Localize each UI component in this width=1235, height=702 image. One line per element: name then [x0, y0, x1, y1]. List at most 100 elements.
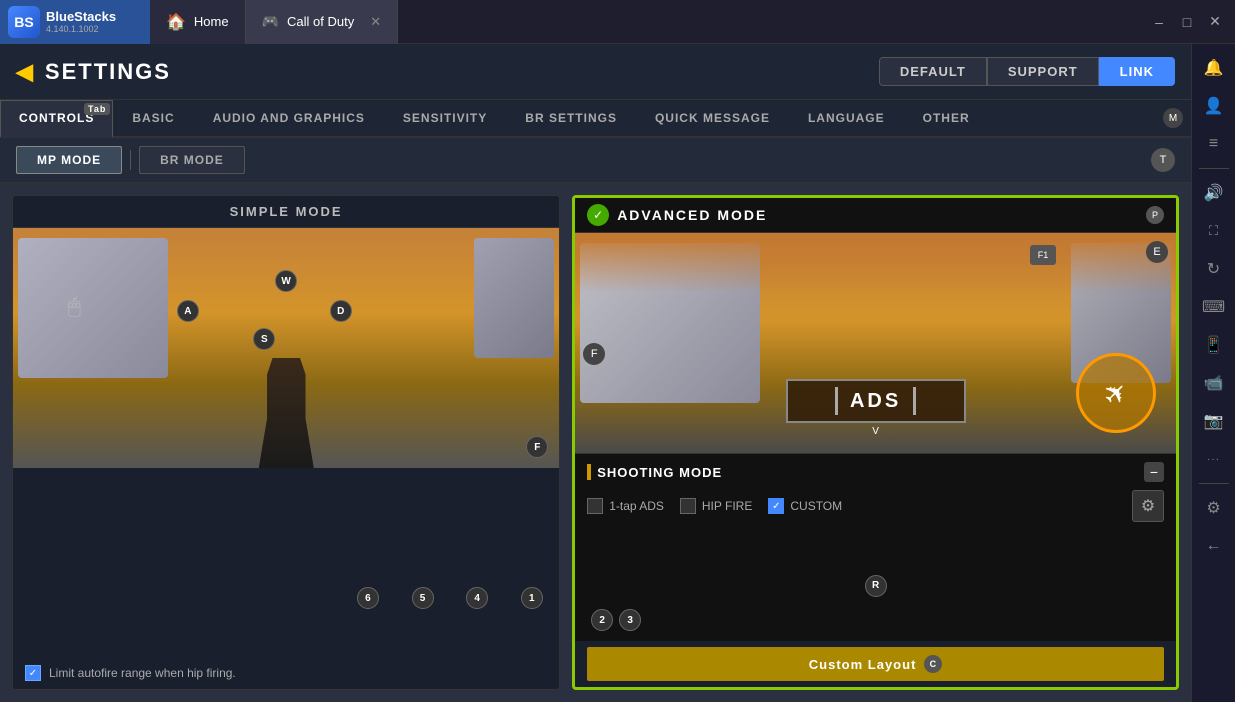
link-button[interactable]: LINK: [1099, 57, 1175, 86]
header-buttons: DEFAULT SUPPORT LINK: [879, 57, 1175, 86]
custom-checkbox[interactable]: ✓: [768, 498, 784, 514]
simple-mode-title: SIMPLE MODE: [13, 196, 559, 228]
br-mode-button[interactable]: BR MODE: [139, 146, 245, 174]
key-d[interactable]: D: [330, 300, 352, 322]
notification-icon[interactable]: 🔔: [1198, 52, 1230, 84]
app-name: BlueStacks: [46, 9, 116, 24]
mouse-icon: 🖱: [68, 293, 81, 319]
ads-line-left: [835, 387, 838, 415]
shooting-settings-button[interactable]: ⚙: [1132, 490, 1164, 522]
game-tab[interactable]: 🎮 Call of Duty ✕: [246, 0, 399, 44]
simple-building-right: [474, 238, 554, 358]
custom-layout-label: Custom Layout: [809, 657, 917, 672]
one-tap-ads-option[interactable]: 1-tap ADS: [587, 498, 664, 514]
tab-other[interactable]: OTHER: [904, 100, 989, 136]
app-logo: BS BlueStacks 4.140.1.1002: [0, 0, 150, 44]
settings-back: ◀ SETTINGS: [16, 59, 171, 85]
window-controls: – □ ✕: [1147, 10, 1235, 34]
rotate-icon[interactable]: ↻: [1198, 253, 1230, 285]
camera-icon[interactable]: 📷: [1198, 405, 1230, 437]
back-sidebar-icon[interactable]: ←: [1198, 530, 1230, 562]
support-button[interactable]: SUPPORT: [987, 57, 1099, 86]
default-button[interactable]: DEFAULT: [879, 57, 987, 86]
tab-sensitivity[interactable]: SENSITIVITY: [384, 100, 506, 136]
sidebar-divider-1: [1199, 168, 1229, 169]
fullscreen-icon[interactable]: ⛶: [1198, 215, 1230, 247]
hip-fire-label: HIP FIRE: [702, 499, 752, 513]
settings-sidebar-icon[interactable]: ⚙: [1198, 492, 1230, 524]
ads-text: ADS: [850, 390, 901, 413]
key-3[interactable]: 3: [619, 609, 641, 631]
key-w[interactable]: W: [275, 270, 297, 292]
app-version: 4.140.1.1002: [46, 24, 116, 34]
shooting-mode-header: SHOOTING MODE −: [587, 462, 1164, 482]
home-icon: 🏠: [166, 12, 186, 32]
adv-sky: [575, 233, 1176, 293]
sidebar-divider-2: [1199, 483, 1229, 484]
v-badge: V: [872, 426, 879, 437]
one-tap-ads-checkbox[interactable]: [587, 498, 603, 514]
keyboard-icon[interactable]: ⌨: [1198, 291, 1230, 323]
shooting-mode-title: SHOOTING MODE: [597, 465, 722, 480]
t-badge[interactable]: T: [1151, 148, 1175, 172]
custom-layout-button[interactable]: Custom Layout C: [587, 647, 1164, 681]
adv-bottom-keys: 2 3: [591, 609, 641, 631]
hip-fire-option[interactable]: HIP FIRE: [680, 498, 752, 514]
scope-circle: ✈: [1076, 353, 1156, 433]
one-tap-ads-label: 1-tap ADS: [609, 499, 664, 513]
game-tab-label: Call of Duty: [287, 14, 354, 29]
video-icon[interactable]: 📹: [1198, 367, 1230, 399]
minimize-button[interactable]: –: [1147, 10, 1171, 34]
simple-mode-panel: SIMPLE MODE 🖱 W A D S F 6 5: [12, 195, 560, 690]
maximize-button[interactable]: □: [1175, 10, 1199, 34]
ads-line-right: [913, 387, 916, 415]
content-area: SIMPLE MODE 🖱 W A D S F 6 5: [0, 183, 1191, 702]
simple-soldier: [259, 358, 314, 468]
tab-audio-graphics[interactable]: AUDIO AND GRAPHICS: [194, 100, 384, 136]
shooting-mode-section: SHOOTING MODE − 1-tap ADS HIP FIRE ✓ CUS…: [575, 453, 1176, 530]
tab-controls[interactable]: CONTROLS Tab: [0, 100, 113, 138]
key-a[interactable]: A: [177, 300, 199, 322]
c-badge: C: [924, 655, 942, 673]
key-5[interactable]: 5: [412, 587, 434, 609]
tab-quick-message[interactable]: QUICK MESSAGE: [636, 100, 789, 136]
tab-br-settings[interactable]: BR SETTINGS: [506, 100, 636, 136]
settings-title: SETTINGS: [45, 59, 171, 85]
home-tab[interactable]: 🏠 Home: [150, 0, 246, 44]
close-tab-icon[interactable]: ✕: [370, 14, 381, 30]
custom-option[interactable]: ✓ CUSTOM: [768, 498, 842, 514]
game-icon: 🎮: [262, 13, 279, 30]
r-key[interactable]: R: [865, 575, 887, 597]
key-1[interactable]: 1: [521, 587, 543, 609]
bluestacks-icon: BS: [8, 6, 40, 38]
tab-language[interactable]: LANGUAGE: [789, 100, 904, 136]
main-area: ◀ SETTINGS DEFAULT SUPPORT LINK CONTROLS…: [0, 44, 1191, 702]
hip-fire-checkbox[interactable]: [680, 498, 696, 514]
tab-basic[interactable]: BASIC: [113, 100, 193, 136]
custom-label: CUSTOM: [790, 499, 842, 513]
autofire-checkbox[interactable]: ✓: [25, 665, 41, 681]
phone-icon[interactable]: 📱: [1198, 329, 1230, 361]
simple-building-left: [18, 238, 168, 378]
advanced-check-icon: ✓: [587, 204, 609, 226]
m-badge: M: [1163, 108, 1183, 128]
mp-mode-button[interactable]: MP MODE: [16, 146, 122, 174]
hamburger-menu-icon[interactable]: ≡: [1198, 128, 1230, 160]
p-badge[interactable]: P: [1146, 206, 1164, 224]
f1-key[interactable]: F1: [1030, 245, 1056, 265]
advanced-game-scene: F1 E F ADS V ✈: [575, 233, 1176, 453]
more-dots-icon[interactable]: ···: [1198, 443, 1230, 475]
autofire-label: Limit autofire range when hip firing.: [49, 666, 236, 680]
back-arrow-icon: ◀: [16, 59, 33, 85]
mode-separator: [130, 150, 131, 170]
advanced-mode-panel: ✓ ADVANCED MODE P F1 E F ADS: [572, 195, 1179, 690]
close-button[interactable]: ✕: [1203, 10, 1227, 34]
key-6[interactable]: 6: [357, 587, 379, 609]
volume-icon[interactable]: 🔊: [1198, 177, 1230, 209]
sidebar-right: 🔔 👤 ≡ 🔊 ⛶ ↻ ⌨ 📱 📹 📷 ··· ⚙ ←: [1191, 44, 1235, 702]
key-4[interactable]: 4: [466, 587, 488, 609]
e-key[interactable]: E: [1146, 241, 1168, 263]
key-2[interactable]: 2: [591, 609, 613, 631]
collapse-button[interactable]: −: [1144, 462, 1164, 482]
account-icon[interactable]: 👤: [1198, 90, 1230, 122]
